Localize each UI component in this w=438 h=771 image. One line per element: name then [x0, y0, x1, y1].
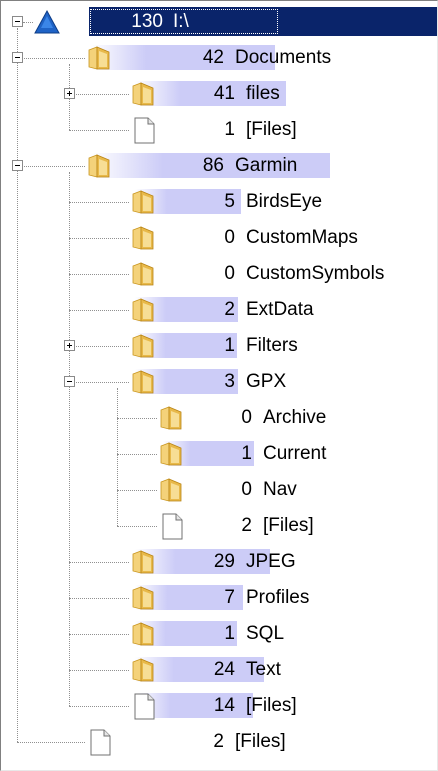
tree-row[interactable]: 0 CustomMaps — [1, 220, 437, 256]
file-icon — [129, 691, 159, 721]
item-count: 1 — [224, 119, 235, 140]
tree-row[interactable]: 1 SQL — [1, 616, 437, 652]
expand-toggle[interactable] — [64, 340, 75, 351]
tree-row[interactable]: 1 Current — [1, 436, 437, 472]
folder-icon — [157, 403, 187, 433]
folder-icon — [129, 619, 159, 649]
tree-row[interactable]: 14 [Files] — [1, 688, 437, 724]
item-name: Filters — [246, 335, 298, 356]
item-name: Archive — [263, 407, 327, 428]
tree-row[interactable]: 29 JPEG — [1, 544, 437, 580]
drive-triangle-icon — [32, 7, 62, 37]
item-count: 0 — [224, 263, 235, 284]
item-name: Profiles — [246, 587, 310, 608]
folder-icon — [129, 547, 159, 577]
folder-icon — [129, 187, 159, 217]
item-count: 1 — [241, 443, 252, 464]
item-count: 2 — [213, 731, 224, 752]
item-name: BirdsEye — [246, 191, 323, 212]
item-name: JPEG — [246, 551, 296, 572]
item-count: 0 — [224, 227, 235, 248]
collapse-toggle[interactable] — [12, 160, 23, 171]
expand-toggle[interactable] — [64, 88, 75, 99]
folder-icon — [129, 259, 159, 289]
tree-row[interactable]: 2 [Files] — [1, 724, 437, 760]
folder-icon — [129, 367, 159, 397]
item-count: 3 — [224, 371, 235, 392]
file-icon — [129, 115, 159, 145]
item-name: CustomMaps — [246, 227, 358, 248]
tree-row[interactable]: 0 CustomSymbols — [1, 256, 437, 292]
item-count: 42 — [202, 47, 224, 68]
collapse-toggle[interactable] — [12, 16, 23, 27]
tree-row[interactable]: 0 Nav — [1, 472, 437, 508]
item-count: 5 — [224, 191, 235, 212]
folder-icon — [85, 151, 115, 181]
folder-icon — [157, 475, 187, 505]
item-count: 130 — [131, 11, 163, 32]
item-name: I:\ — [173, 11, 189, 32]
item-name: files — [246, 83, 280, 104]
tree-row[interactable]: 2 [Files] — [1, 508, 437, 544]
item-name: Text — [246, 659, 281, 680]
tree-row[interactable]: 24 Text — [1, 652, 437, 688]
folder-icon — [157, 439, 187, 469]
tree-row[interactable]: 5 BirdsEye — [1, 184, 437, 220]
item-count: 7 — [224, 587, 235, 608]
item-name: ExtData — [246, 299, 314, 320]
item-name: Documents — [235, 47, 332, 68]
collapse-toggle[interactable] — [64, 376, 75, 387]
folder-icon — [129, 223, 159, 253]
tree-row[interactable]: 1 Filters — [1, 328, 437, 364]
item-count: 86 — [202, 155, 224, 176]
tree-row[interactable]: 3 GPX — [1, 364, 437, 400]
item-count: 0 — [241, 479, 252, 500]
item-name: GPX — [246, 371, 287, 392]
tree-row[interactable]: 0 Archive — [1, 400, 437, 436]
item-count: 0 — [241, 407, 252, 428]
item-count: 29 — [213, 551, 235, 572]
folder-icon — [85, 43, 115, 73]
folder-icon — [129, 331, 159, 361]
item-count: 41 — [213, 83, 235, 104]
item-count: 24 — [213, 659, 235, 680]
item-name: [Files] — [263, 515, 314, 536]
tree-row[interactable]: 1 [Files] — [1, 112, 437, 148]
tree-row[interactable]: 7 Profiles — [1, 580, 437, 616]
item-name: [Files] — [235, 731, 286, 752]
item-name: Garmin — [235, 155, 298, 176]
folder-icon — [129, 79, 159, 109]
item-count: 14 — [213, 695, 235, 716]
tree-row[interactable]: 41 files — [1, 76, 437, 112]
file-icon — [85, 727, 115, 757]
folder-size-tree: 130 I:\ 42 Documents 41 files 1 [Files] 86 Garmin… — [1, 1, 437, 770]
file-icon — [157, 511, 187, 541]
item-count: 2 — [241, 515, 252, 536]
folder-icon — [129, 655, 159, 685]
item-name: CustomSymbols — [246, 263, 385, 284]
item-name: Current — [263, 443, 327, 464]
tree-view[interactable]: 130 I:\ 42 Documents 41 files 1 [Files] 86 Garmin… — [0, 0, 438, 771]
item-name: SQL — [246, 623, 285, 644]
tree-row[interactable]: 42 Documents — [1, 40, 437, 76]
item-name: Nav — [263, 479, 297, 500]
tree-row[interactable]: 86 Garmin — [1, 148, 437, 184]
item-count: 2 — [224, 299, 235, 320]
tree-row-root[interactable]: 130 I:\ — [1, 4, 437, 40]
tree-row[interactable]: 2 ExtData — [1, 292, 437, 328]
collapse-toggle[interactable] — [12, 52, 23, 63]
item-count: 1 — [224, 335, 235, 356]
item-name: [Files] — [246, 119, 297, 140]
item-name: [Files] — [246, 695, 297, 716]
folder-icon — [129, 583, 159, 613]
folder-icon — [129, 295, 159, 325]
item-count: 1 — [224, 623, 235, 644]
